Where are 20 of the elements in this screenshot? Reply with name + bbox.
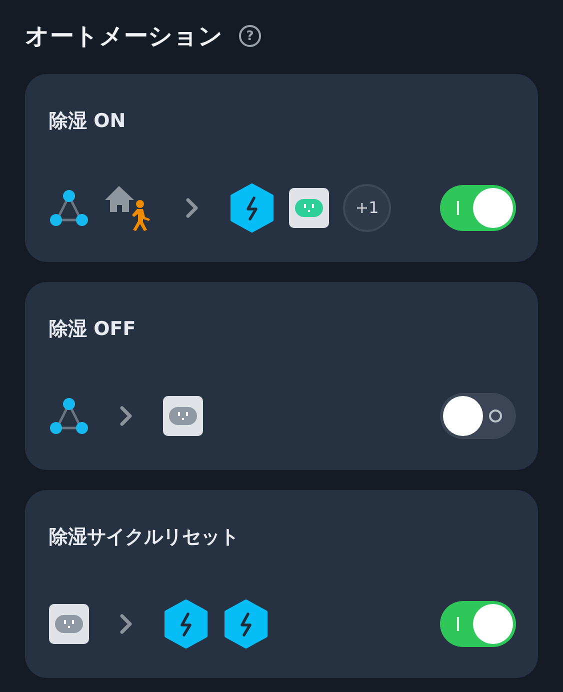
automation-name: 除湿 OFF <box>49 318 137 341</box>
toggle-switch[interactable] <box>440 600 516 647</box>
chevron-right-icon <box>119 612 133 635</box>
automation-name: 除湿サイクルリセット <box>49 526 240 549</box>
help-icon[interactable]: ? <box>239 25 261 47</box>
automation-card[interactable]: 除湿サイクルリセット <box>25 490 538 678</box>
toggle-switch[interactable] <box>440 184 516 231</box>
hexagon-bolt-icon <box>229 182 275 233</box>
hexagon-bolt-icon <box>163 598 209 649</box>
toggle-switch[interactable] <box>440 392 516 439</box>
automation-name: 除湿 ON <box>49 110 127 133</box>
chevron-right-icon <box>185 196 199 219</box>
automation-card[interactable]: 除湿 OFF <box>25 282 538 470</box>
more-count: +1 <box>343 184 391 232</box>
automation-card[interactable]: 除湿 ON +1 <box>25 74 538 262</box>
triangle-nodes-icon <box>49 396 89 436</box>
chevron-right-icon <box>119 404 133 427</box>
page-title: オートメーション <box>25 21 223 52</box>
triangle-nodes-icon <box>49 188 89 228</box>
hexagon-bolt-icon <box>223 598 269 649</box>
